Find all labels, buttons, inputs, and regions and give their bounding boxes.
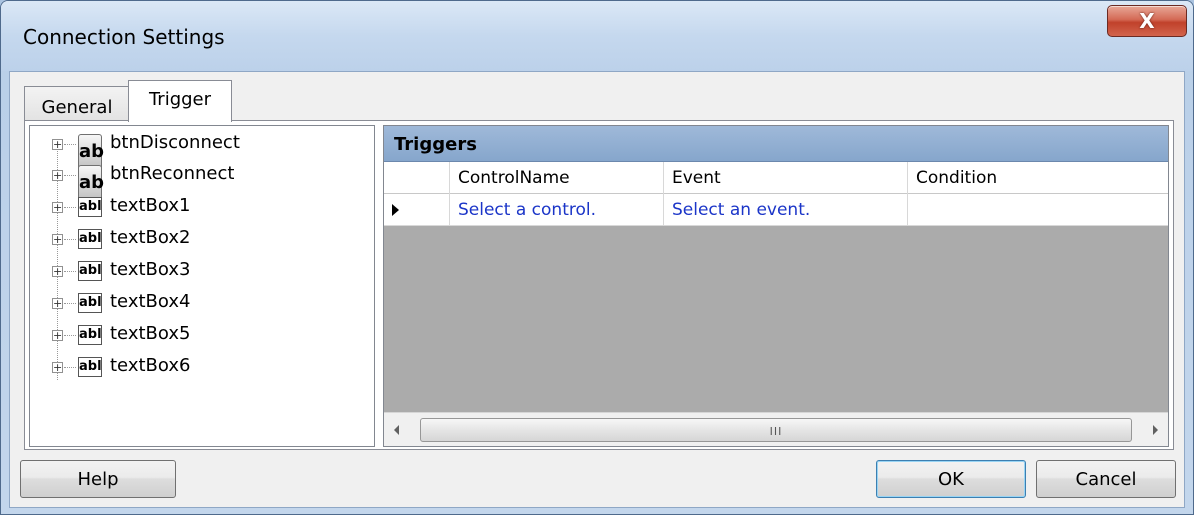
textbox-control-icon: abl <box>78 261 102 281</box>
tree-connector <box>64 207 76 208</box>
window-title: Connection Settings <box>23 25 225 49</box>
cell-condition[interactable] <box>908 194 1170 226</box>
tree-connector <box>64 303 76 304</box>
cell-event[interactable]: Select an event. <box>664 194 908 226</box>
tab-trigger[interactable]: Trigger <box>128 80 232 122</box>
current-row-arrow-icon <box>392 204 399 216</box>
tree-item[interactable]: + abl textBox6 <box>30 351 370 383</box>
tree-item-label: textBox3 <box>110 259 191 280</box>
textbox-control-icon: abl <box>78 293 102 313</box>
tree-connector <box>64 239 76 240</box>
tree-item-label: textBox4 <box>110 291 191 312</box>
tree-item-label: textBox2 <box>110 227 191 248</box>
tab-general[interactable]: General <box>24 86 130 120</box>
triggers-grid[interactable]: Triggers ControlName Event Condition Sel… <box>383 125 1169 447</box>
column-header-controlname[interactable]: ControlName <box>450 162 664 194</box>
textbox-control-icon: abl <box>78 325 102 345</box>
close-button[interactable]: X <box>1107 5 1187 37</box>
ok-button[interactable]: OK <box>876 460 1026 498</box>
scroll-left-icon[interactable] <box>394 425 399 435</box>
cell-controlname[interactable]: Select a control. <box>450 194 664 226</box>
textbox-control-icon: abl <box>78 357 102 377</box>
expand-plus-icon[interactable]: + <box>52 266 63 277</box>
expand-plus-icon[interactable]: + <box>52 202 63 213</box>
row-header[interactable] <box>384 194 450 226</box>
scrollbar-grip: III <box>769 425 783 438</box>
help-button[interactable]: Help <box>20 460 176 498</box>
controls-tree[interactable]: + ab btnDisconnect + ab btnReconnect + a… <box>29 125 375 447</box>
expand-plus-icon[interactable]: + <box>52 330 63 341</box>
tree-connector <box>64 367 76 368</box>
tree-item[interactable]: + abl textBox5 <box>30 319 370 351</box>
trigger-tab-panel: + ab btnDisconnect + ab btnReconnect + a… <box>24 120 1174 450</box>
tree-item[interactable]: + abl textBox4 <box>30 287 370 319</box>
column-header-event[interactable]: Event <box>664 162 908 194</box>
tree-connector <box>64 335 76 336</box>
expand-plus-icon[interactable]: + <box>52 139 63 150</box>
tree-item[interactable]: + abl textBox2 <box>30 223 370 255</box>
tree-item-label: textBox6 <box>110 355 191 376</box>
tree-item-label: textBox1 <box>110 195 191 216</box>
expand-plus-icon[interactable]: + <box>52 234 63 245</box>
cancel-button[interactable]: Cancel <box>1036 460 1176 498</box>
grid-caption: Triggers <box>384 126 1168 162</box>
table-row[interactable]: Select a control. Select an event. <box>384 194 1168 226</box>
expand-plus-icon[interactable]: + <box>52 298 63 309</box>
dialog-client-area: General Trigger + ab btnDisconnect + ab … <box>9 71 1185 508</box>
textbox-control-icon: abl <box>78 229 102 249</box>
connection-settings-window: Connection Settings X General Trigger + … <box>0 0 1194 515</box>
column-header-condition[interactable]: Condition <box>908 162 1170 194</box>
tree-item[interactable]: + abl textBox1 <box>30 191 370 223</box>
scrollbar-thumb[interactable]: III <box>420 418 1132 442</box>
tree-item[interactable]: + ab btnReconnect <box>30 159 370 203</box>
grid-header-row: ControlName Event Condition <box>384 162 1168 194</box>
expand-plus-icon[interactable]: + <box>52 362 63 373</box>
textbox-control-icon: abl <box>78 197 102 217</box>
tree-connector <box>64 271 76 272</box>
tree-item[interactable]: + abl textBox3 <box>30 255 370 287</box>
scroll-right-icon[interactable] <box>1153 425 1158 435</box>
tree-connector <box>64 144 76 145</box>
title-bar: Connection Settings X <box>1 1 1193 71</box>
tree-item[interactable]: + ab btnDisconnect <box>30 128 370 172</box>
tree-connector <box>64 175 76 176</box>
tree-item-label: textBox5 <box>110 323 191 344</box>
tree-item-label: btnDisconnect <box>110 132 240 153</box>
expand-plus-icon[interactable]: + <box>52 170 63 181</box>
horizontal-scrollbar[interactable]: III <box>384 412 1168 446</box>
row-header-corner <box>384 162 450 194</box>
close-icon: X <box>1139 9 1155 33</box>
tree-item-label: btnReconnect <box>110 163 235 184</box>
